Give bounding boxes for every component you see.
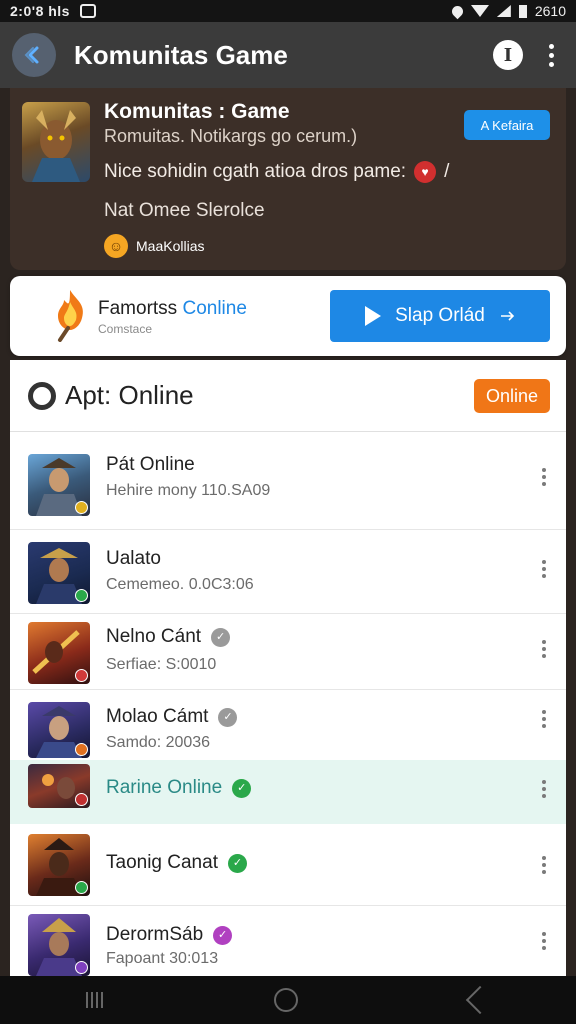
hero-action-button[interactable]: A Kefaira: [464, 110, 550, 140]
game-thumbnail: [28, 622, 90, 684]
hero-tag: ☺ MaaKollias: [104, 234, 204, 258]
item-more-button[interactable]: [542, 468, 546, 486]
list-item[interactable]: Ualato Cememeo. 0.0C3:06: [10, 530, 566, 614]
status-icons: 2610: [449, 3, 566, 19]
item-subtitle: Samdo: 20036: [106, 734, 211, 751]
list-item[interactable]: Pát Online Hehire mony 110.SA09: [10, 432, 566, 530]
item-title-row: Rarine Online ✓: [106, 777, 252, 799]
status-dot: [75, 743, 88, 756]
play-online-label: Slap Orlád: [395, 305, 485, 326]
item-title: Nelno Cánt: [106, 626, 202, 647]
status-dot: [75, 793, 88, 806]
item-title: Taonig Canat: [106, 852, 218, 873]
list-item[interactable]: Taonig Canat ✓: [10, 824, 566, 906]
battery-icon: [518, 4, 527, 18]
item-more-button[interactable]: [542, 856, 546, 874]
back-button[interactable]: [12, 33, 56, 77]
promo-banner: Famortss Conline Comstace Slap Orlád: [10, 276, 566, 356]
hero-card: Komunitas : Game Romuitas. Notikargs go …: [10, 88, 566, 270]
app-bar: Komunitas Game I: [0, 22, 576, 88]
status-time: 2:0'8 hls: [10, 3, 70, 19]
list-item[interactable]: DerormSáb ✓ Fapoant 30:013: [10, 906, 566, 976]
system-nav-bar: [0, 976, 576, 1024]
item-more-button[interactable]: [542, 780, 546, 798]
game-thumbnail: [28, 702, 90, 758]
online-panel: Apt: Online Online Pát Online Hehire mon…: [10, 360, 566, 976]
more-menu-button[interactable]: [549, 43, 554, 67]
list-item[interactable]: Molao Cámt ✓ Samdo: 20036: [10, 690, 566, 760]
location-icon: [449, 3, 466, 19]
item-title-row: DerormSáb ✓: [106, 924, 233, 946]
item-more-button[interactable]: [542, 640, 546, 658]
hero-description-text: Nice sohidin cgath atioa dros pame:: [104, 161, 407, 182]
item-title: DerormSáb: [106, 924, 204, 945]
sparkle-icon: [500, 311, 515, 321]
online-filter-button[interactable]: Online: [474, 379, 550, 413]
game-thumbnail: [28, 834, 90, 896]
back-arrow-icon: [24, 46, 39, 64]
status-dot: [75, 881, 88, 894]
check-badge-icon: ✓: [227, 853, 247, 873]
recent-apps-button[interactable]: [85, 992, 103, 1008]
banner-name-text: Famortss: [98, 298, 178, 319]
info-button[interactable]: I: [493, 40, 523, 70]
coin-icon: ☺: [104, 234, 128, 258]
status-dot: [75, 961, 88, 974]
hero-tag-label: MaaKollias: [136, 238, 205, 254]
item-subtitle: Hehire mony 110.SA09: [106, 482, 271, 499]
banner-name-accent: Conline: [182, 298, 247, 319]
wifi-icon: [470, 5, 489, 17]
check-badge-icon: ✓: [213, 925, 233, 945]
item-title: Molao Cámt: [106, 706, 209, 727]
game-thumbnail: [28, 764, 90, 808]
status-dot: [75, 669, 88, 682]
status-dot: [75, 501, 88, 514]
hero-service: Nat Omee Slerolce: [104, 200, 265, 221]
banner-subtitle: Comstace: [98, 322, 153, 336]
item-title-row: Molao Cámt ✓: [106, 706, 238, 728]
panel-title: Apt: Online: [65, 380, 194, 410]
hero-action-label: A Kefaira: [480, 117, 534, 133]
page-title: Komunitas Game: [74, 39, 288, 70]
check-badge-icon: ✓: [218, 707, 238, 727]
item-title: Rarine Online: [106, 777, 223, 798]
item-subtitle: Cememeo. 0.0C3:06: [106, 576, 254, 593]
game-thumbnail: [28, 454, 90, 516]
flame-logo-icon: [58, 290, 83, 342]
play-icon: [365, 306, 382, 326]
item-more-button[interactable]: [542, 710, 546, 728]
item-subtitle: Fapoant 30:013: [106, 950, 219, 967]
hero-subtitle: Romuitas. Notikargs go cerum.): [104, 126, 358, 146]
play-online-button[interactable]: Slap Orlád: [330, 290, 550, 342]
status-dot: [75, 589, 88, 602]
hero-description: Nice sohidin cgath atioa dros pame: ♥ /: [104, 161, 449, 183]
hero-title: Komunitas : Game: [104, 100, 290, 123]
item-title-row: Nelno Cánt ✓: [106, 626, 231, 648]
item-more-button[interactable]: [542, 932, 546, 950]
item-title: Ualato: [106, 548, 161, 569]
back-nav-button[interactable]: [465, 985, 495, 1015]
item-subtitle: Serfiae: S:0010: [106, 656, 217, 673]
item-title: Pát Online: [106, 454, 195, 475]
notification-icon: [79, 4, 96, 18]
status-bar: 2:0'8 hls 2610: [0, 0, 576, 22]
list-item-highlighted[interactable]: Rarine Online ✓: [10, 760, 566, 824]
heart-badge-icon: ♥: [414, 161, 437, 183]
game-avatar: [22, 102, 90, 182]
banner-name: Famortss Conline: [98, 298, 247, 320]
list-item[interactable]: Nelno Cánt ✓ Serfiae: S:0010: [10, 614, 566, 690]
panel-header: Apt: Online Online: [10, 360, 566, 432]
check-badge-icon: ✓: [232, 778, 252, 798]
item-title-row: Taonig Canat ✓: [106, 852, 247, 874]
home-button[interactable]: [274, 988, 299, 1012]
game-thumbnail: [28, 542, 90, 604]
hero-description-tail: /: [444, 161, 450, 182]
game-thumbnail: [28, 914, 90, 976]
status-right-text: 2610: [534, 3, 566, 19]
signal-icon: [496, 5, 511, 17]
check-badge-icon: ✓: [211, 627, 231, 647]
ring-icon: [28, 382, 56, 410]
item-more-button[interactable]: [542, 560, 546, 578]
